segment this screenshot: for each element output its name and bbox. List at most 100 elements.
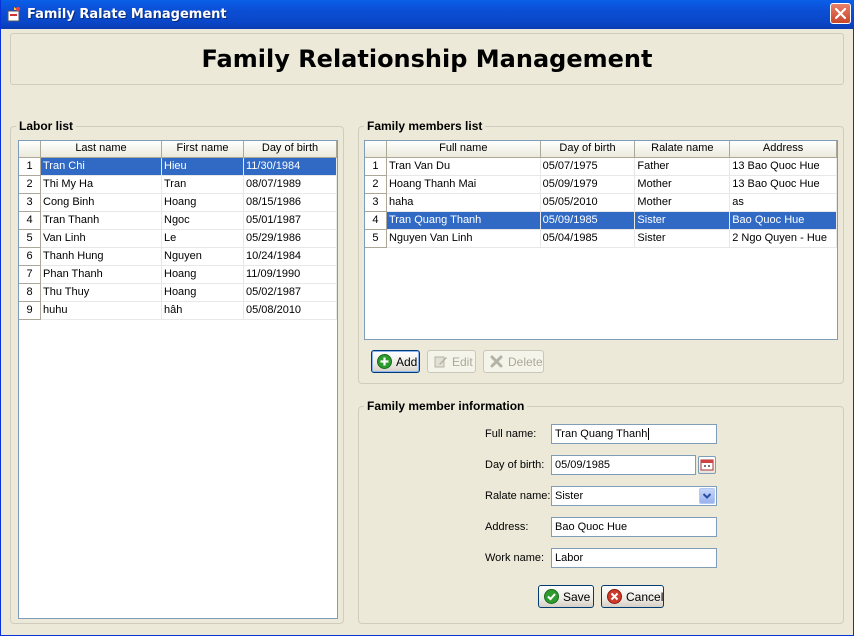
cell-day-of-birth[interactable]: 05/02/1987 [244,284,337,302]
work-name-input[interactable]: Labor [551,548,717,568]
column-header-full-name[interactable]: Full name [386,141,541,157]
cell-day-of-birth[interactable]: 08/07/1989 [244,176,337,194]
column-header-day-of-birth[interactable]: Day of birth [540,141,636,157]
cell-day-of-birth[interactable]: 05/04/1985 [540,230,636,248]
address-input[interactable]: Bao Quoc Hue [551,517,717,537]
title-bar[interactable]: Family Ralate Management [1,0,854,29]
cell-day-of-birth[interactable]: 11/09/1990 [244,266,337,284]
cell-last-name[interactable]: Phan Thanh [41,266,162,284]
table-row[interactable]: 2 Thi My Ha Tran 08/07/1989 [19,176,337,194]
dropdown-button[interactable] [699,488,715,504]
table-row[interactable]: 5 Van Linh Le 05/29/1986 [19,230,337,248]
cell-last-name[interactable]: Tran Chi [41,158,162,176]
close-button[interactable] [830,3,851,24]
cell-day-of-birth[interactable]: 05/05/2010 [540,194,636,212]
cell-first-name[interactable]: Hoang [162,266,244,284]
labor-table-header: Last name First name Day of birth [19,141,337,158]
table-row[interactable]: 4 Tran Quang Thanh 05/09/1985 Sister Bao Quo… [365,212,837,230]
cell-day-of-birth[interactable]: 08/15/1986 [244,194,337,212]
cell-full-name[interactable]: Hoang Thanh Mai [386,176,541,194]
cell-day-of-birth[interactable]: 05/29/1986 [244,230,337,248]
calendar-button[interactable] [698,456,716,474]
cancel-circle-icon [607,589,622,604]
calendar-icon [700,459,714,471]
column-header-ralate-name[interactable]: Ralate name [635,141,731,157]
ralate-name-select[interactable]: Sister [551,486,717,506]
cell-first-name[interactable]: Nguyen [162,248,244,266]
cell-ralate-name[interactable]: Sister [635,212,731,230]
column-header-last-name[interactable]: Last name [41,141,162,157]
column-header-first-name[interactable]: First name [162,141,244,157]
delete-button[interactable]: Delete [483,350,544,373]
cell-day-of-birth[interactable]: 05/09/1985 [540,212,636,230]
day-of-birth-value: 05/09/1985 [555,459,611,471]
table-row[interactable]: 1 Tran Chi Hieu 11/30/1984 [19,158,337,176]
cell-first-name[interactable]: Hoang [162,194,244,212]
edit-button[interactable]: Edit [427,350,476,373]
cell-day-of-birth[interactable]: 05/09/1979 [540,176,636,194]
cell-last-name[interactable]: Van Linh [41,230,162,248]
cell-first-name[interactable]: Hoang [162,284,244,302]
cell-full-name[interactable]: Tran Van Du [386,158,541,176]
table-row[interactable]: 7 Phan Thanh Hoang 11/09/1990 [19,266,337,284]
cell-last-name[interactable]: Tran Thanh [41,212,162,230]
table-row[interactable]: 6 Thanh Hung Nguyen 10/24/1984 [19,248,337,266]
cell-first-name[interactable]: Ngoc [162,212,244,230]
cell-address[interactable]: 13 Bao Quoc Hue [730,176,837,194]
cell-last-name[interactable]: Thu Thuy [41,284,162,302]
column-header-address[interactable]: Address [730,141,837,157]
table-row[interactable]: 3 haha 05/05/2010 Mother as [365,194,837,212]
table-row[interactable]: 8 Thu Thuy Hoang 05/02/1987 [19,284,337,302]
row-number: 5 [19,230,41,248]
cell-day-of-birth[interactable]: 05/07/1975 [540,158,636,176]
cancel-button[interactable]: Cancel [601,585,664,608]
cell-last-name[interactable]: Cong Binh [41,194,162,212]
day-of-birth-input[interactable]: 05/09/1985 [551,455,696,475]
full-name-input[interactable]: Tran Quang Thanh [551,424,717,444]
cell-ralate-name[interactable]: Mother [635,194,731,212]
table-row[interactable]: 1 Tran Van Du 05/07/1975 Father 13 Bao Quoc … [365,158,837,176]
cell-address[interactable]: 13 Bao Quoc Hue [730,158,837,176]
cell-day-of-birth[interactable]: 05/08/2010 [244,302,337,320]
chevron-down-icon [702,493,712,499]
cell-last-name[interactable]: huhu [41,302,162,320]
address-value: Bao Quoc Hue [555,521,628,533]
column-header-day-of-birth[interactable]: Day of birth [244,141,337,157]
add-button[interactable]: Add [371,350,420,373]
cell-full-name[interactable]: Nguyen Van Linh [386,230,541,248]
table-row[interactable]: 2 Hoang Thanh Mai 05/09/1979 Mother 13 Bao Q… [365,176,837,194]
save-button[interactable]: Save [538,585,594,608]
cell-ralate-name[interactable]: Mother [635,176,731,194]
cell-first-name[interactable]: hâh [162,302,244,320]
cell-day-of-birth[interactable]: 10/24/1984 [244,248,337,266]
cell-address[interactable]: 2 Ngo Quyen - Hue [730,230,837,248]
text-caret [648,428,650,441]
cell-address[interactable]: Bao Quoc Hue [730,212,837,230]
delete-button-label: Delete [508,355,543,369]
table-row[interactable]: 9 huhu hâh 05/08/2010 [19,302,337,320]
members-table[interactable]: Full name Day of birth Ralate name Addre… [364,140,838,340]
table-row[interactable]: 4 Tran Thanh Ngoc 05/01/1987 [19,212,337,230]
cell-ralate-name[interactable]: Sister [635,230,731,248]
cell-last-name[interactable]: Thanh Hung [41,248,162,266]
row-number: 5 [365,230,387,248]
cell-full-name[interactable]: Tran Quang Thanh [386,212,541,230]
cell-ralate-name[interactable]: Father [635,158,731,176]
row-number: 3 [365,194,387,212]
cell-day-of-birth[interactable]: 11/30/1984 [244,158,337,176]
cell-last-name[interactable]: Thi My Ha [41,176,162,194]
member-info-title: Family member information [364,399,528,413]
cell-day-of-birth[interactable]: 05/01/1987 [244,212,337,230]
cell-first-name[interactable]: Hieu [162,158,244,176]
row-number-header [19,141,41,157]
table-row[interactable]: 5 Nguyen Van Linh 05/04/1985 Sister 2 Ngo Qu… [365,230,837,248]
work-name-value: Labor [555,552,584,564]
cell-address[interactable]: as [730,194,837,212]
row-number: 4 [19,212,41,230]
cell-first-name[interactable]: Le [162,230,244,248]
labor-table[interactable]: Last name First name Day of birth 1 Tran … [18,140,338,619]
edit-pencil-icon [434,356,447,368]
cell-full-name[interactable]: haha [386,194,541,212]
table-row[interactable]: 3 Cong Binh Hoang 08/15/1986 [19,194,337,212]
cell-first-name[interactable]: Tran [162,176,244,194]
